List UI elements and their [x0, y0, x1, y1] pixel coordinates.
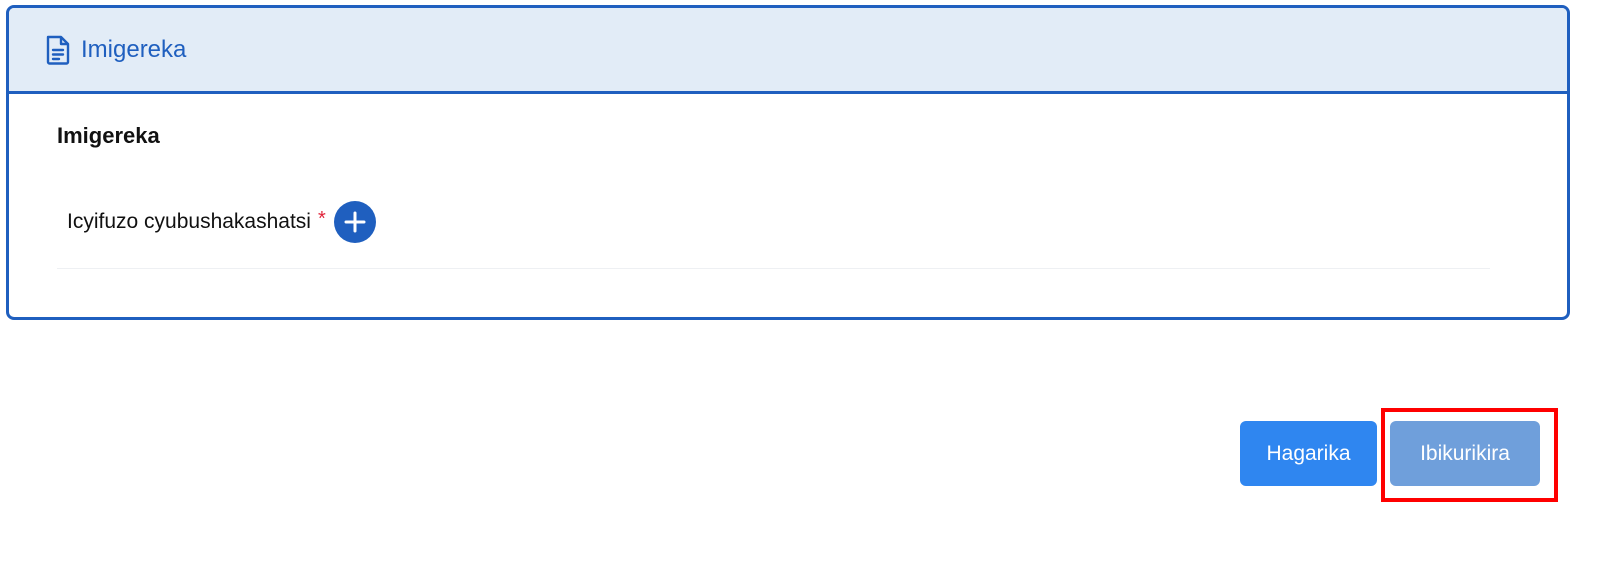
- next-button[interactable]: Ibikurikira: [1390, 421, 1540, 486]
- field-divider: [57, 268, 1490, 269]
- research-proposal-field: Icyifuzo cyubushakashatsi *: [67, 200, 1521, 244]
- attachments-card: Imigereka Imigereka Icyifuzo cyubushakas…: [6, 5, 1570, 320]
- card-body: Imigereka Icyifuzo cyubushakashatsi *: [9, 94, 1567, 269]
- card-header: Imigereka: [9, 8, 1567, 94]
- add-attachment-button[interactable]: [333, 201, 376, 243]
- section-title: Imigereka: [57, 123, 160, 148]
- required-mark: *: [317, 207, 326, 230]
- cancel-button[interactable]: Hagarika: [1240, 421, 1377, 486]
- plus-icon: [344, 211, 366, 233]
- card-title: Imigereka: [81, 35, 187, 63]
- document-icon: [45, 35, 71, 65]
- field-label: Icyifuzo cyubushakashatsi: [67, 210, 311, 233]
